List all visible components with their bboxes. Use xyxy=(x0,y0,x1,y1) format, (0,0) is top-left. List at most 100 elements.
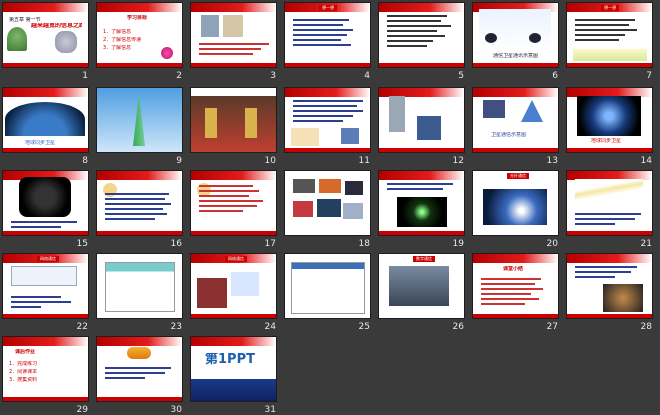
slide-number-label: 26 xyxy=(452,322,464,332)
slide-header-bar xyxy=(473,254,558,263)
text-line xyxy=(105,198,165,200)
slide-thumbnail-8[interactable]: 地球同步卫星 xyxy=(3,88,88,152)
slide-thumbnail-28[interactable] xyxy=(567,254,652,318)
text-line xyxy=(481,293,531,295)
slide-thumbnail-26[interactable]: 数字通信 xyxy=(379,254,464,318)
slide-thumbnail-19[interactable] xyxy=(379,171,464,235)
text-line xyxy=(293,105,357,107)
text-line xyxy=(199,185,253,187)
photo-right xyxy=(223,15,243,37)
text-line xyxy=(105,193,169,195)
tree-image xyxy=(7,27,27,51)
text-line xyxy=(105,367,171,369)
text-line xyxy=(199,43,269,45)
slide-thumbnail-25[interactable] xyxy=(285,254,370,318)
homework-line: 3．搜集资料 xyxy=(9,377,38,383)
slide-thumbnail-6[interactable]: 通信卫星通讯示意图 xyxy=(473,3,558,67)
slide-thumbnail-24[interactable]: 网络通信 xyxy=(191,254,276,318)
slide-number-label: 18 xyxy=(358,239,370,249)
text-line xyxy=(293,39,341,41)
text-line xyxy=(199,53,253,55)
slide-header-bar xyxy=(191,337,276,346)
slide-thumbnail-21[interactable] xyxy=(567,171,652,235)
text-line xyxy=(575,19,635,21)
stadium-image xyxy=(191,96,276,152)
device-photo xyxy=(603,284,643,312)
slide-thumbnail-31[interactable]: 第1PPT xyxy=(191,337,276,401)
slide-thumbnail-22[interactable]: 网络通信 xyxy=(3,254,88,318)
slide-thumbnail-13[interactable]: 卫星通信示意图 xyxy=(473,88,558,152)
slide-thumbnail-5[interactable] xyxy=(379,3,464,67)
slide-number-label: 16 xyxy=(170,239,182,249)
text-line xyxy=(11,226,61,228)
laser-image xyxy=(397,197,447,227)
slide-thumbnail-15[interactable] xyxy=(3,171,88,235)
slide-footer-bar xyxy=(379,63,464,67)
slide-footer-bar xyxy=(379,231,464,235)
photo-right xyxy=(231,272,259,296)
text-line xyxy=(481,288,543,290)
slide-thumbnail-20[interactable]: 光纤通信 xyxy=(473,171,558,235)
text-line xyxy=(293,100,363,102)
flower-image xyxy=(161,47,173,59)
slide-thumbnail-7[interactable]: 想一想 xyxy=(567,3,652,67)
slide-caption: 地球同步卫星 xyxy=(591,138,622,144)
phone-image xyxy=(341,128,359,144)
text-line xyxy=(105,218,155,220)
slide-footer-bar xyxy=(567,314,652,318)
slide-thumbnail-11[interactable] xyxy=(285,88,370,152)
slide-number-label: 23 xyxy=(170,322,182,332)
slide-thumbnail-23[interactable] xyxy=(97,254,182,318)
slide-thumbnail-12[interactable] xyxy=(379,88,464,152)
triangle-diagram xyxy=(521,100,543,122)
objective-line: 2．了解信息传递 xyxy=(103,37,142,43)
slide-footer-bar xyxy=(473,314,558,318)
slide-number-label: 3 xyxy=(270,71,276,81)
slide-number-label: 20 xyxy=(546,239,558,249)
slide-thumbnail-29[interactable]: 课后作业 1．完成练习 2．阅读课本 3．搜集资料 xyxy=(3,337,88,401)
slide-thumbnail-2[interactable]: 学习目标 1．了解信息 2．了解信息传递 3．了解信息 xyxy=(97,3,182,67)
slide-header-bar xyxy=(379,3,464,12)
slide-number-label: 15 xyxy=(76,239,88,249)
text-line xyxy=(481,283,535,285)
slide-number-label: 8 xyxy=(82,156,88,166)
fiber-diagram xyxy=(575,179,643,207)
text-line xyxy=(387,25,451,27)
slide-thumbnail-10[interactable] xyxy=(191,88,276,152)
homework-line: 2．阅读课本 xyxy=(9,369,38,375)
text-line xyxy=(481,298,539,300)
slide-thumbnail-27[interactable]: 课堂小结 xyxy=(473,254,558,318)
slide-header-bar xyxy=(285,88,370,97)
slide-header-bar xyxy=(379,171,464,180)
slide-thumbnail-17[interactable] xyxy=(191,171,276,235)
slide-thumbnail-1[interactable]: 第五章 第一节 越来越宽的信息之路 xyxy=(3,3,88,67)
slide-thumbnail-16[interactable] xyxy=(97,171,182,235)
slide-footer-bar xyxy=(379,148,464,152)
slide-tag: 想一想 xyxy=(319,5,337,11)
slide-footer-bar xyxy=(473,63,558,67)
text-line xyxy=(199,48,261,50)
logo-image xyxy=(127,347,151,359)
slide-thumbnail-30[interactable] xyxy=(97,337,182,401)
slide-thumbnail-14[interactable]: 地球同步卫星 xyxy=(567,88,652,152)
text-line xyxy=(387,15,447,17)
slide-thumbnail-3[interactable] xyxy=(191,3,276,67)
slide-tag: 网络通信 xyxy=(225,256,247,262)
text-line xyxy=(575,24,629,26)
text-line xyxy=(105,372,165,374)
text-line xyxy=(387,45,427,47)
slide-tag: 数字通信 xyxy=(413,256,435,262)
slide-thumbnail-9[interactable] xyxy=(97,88,182,152)
slide-header-bar xyxy=(97,337,182,346)
photo-4 xyxy=(293,201,313,217)
slide-number-label: 10 xyxy=(264,156,276,166)
text-line xyxy=(293,24,343,26)
slide-thumbnail-18[interactable] xyxy=(285,171,370,235)
slide-number-label: 4 xyxy=(364,71,370,81)
fiber-image xyxy=(483,189,547,225)
slide-thumbnail-4[interactable]: 想一想 xyxy=(285,3,370,67)
slide-number-label: 21 xyxy=(640,239,652,249)
text-line xyxy=(105,213,167,215)
slide-footer-bar xyxy=(191,231,276,235)
slide-number-label: 25 xyxy=(358,322,370,332)
